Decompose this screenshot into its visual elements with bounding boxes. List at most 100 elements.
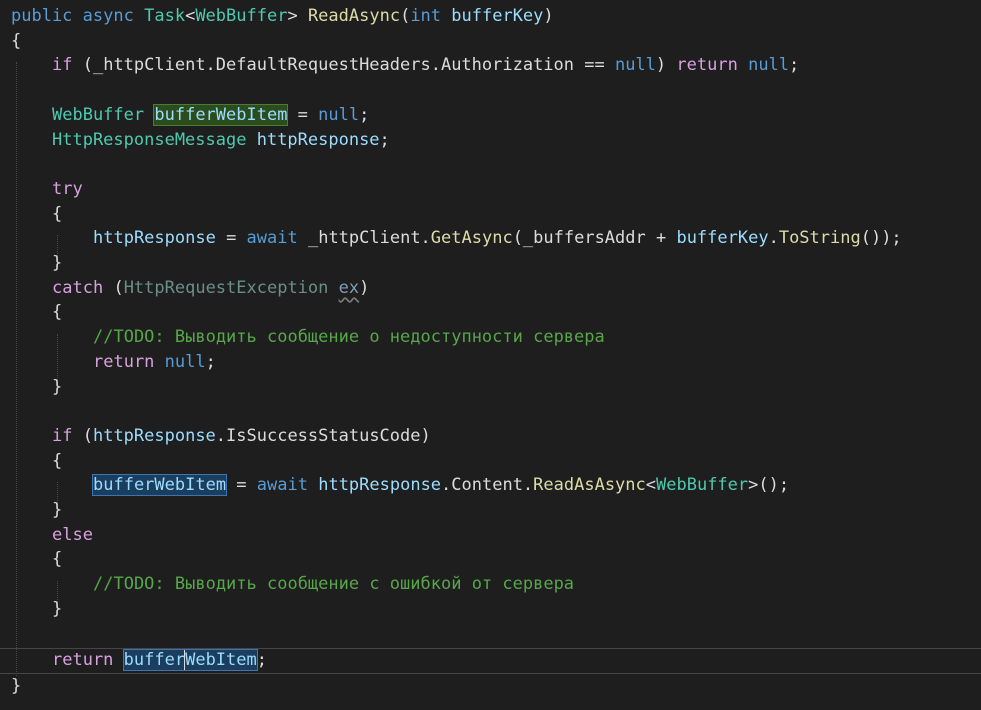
token: ( bbox=[72, 425, 93, 446]
token: (); bbox=[758, 475, 790, 496]
token: } bbox=[52, 376, 63, 397]
token: httpResponse bbox=[256, 129, 380, 150]
comment: //TODO: Выводить сообщение о недоступнос… bbox=[93, 327, 605, 348]
token: { bbox=[52, 549, 63, 570]
code-line-19[interactable]: { bbox=[11, 449, 62, 474]
token: .IsSuccessStatusCode) bbox=[215, 425, 431, 446]
code-line-24[interactable]: //TODO: Выводить сообщение с ошибкой от … bbox=[11, 572, 574, 597]
token: ) bbox=[655, 55, 667, 76]
code-line-2[interactable]: { bbox=[11, 29, 21, 54]
token: ( bbox=[400, 6, 411, 26]
token: ReadAsync bbox=[307, 6, 401, 26]
code-line-25[interactable]: } bbox=[11, 597, 62, 622]
token: { bbox=[52, 302, 63, 323]
token: return bbox=[676, 55, 738, 76]
token: HttpResponseMessage bbox=[52, 129, 247, 150]
token: await bbox=[256, 475, 308, 496]
token: ; bbox=[205, 351, 216, 372]
token: = bbox=[287, 104, 319, 125]
code-line-14[interactable]: //TODO: Выводить сообщение о недоступнос… bbox=[11, 325, 605, 350]
token: { bbox=[11, 30, 22, 51]
variable-definition-highlight[interactable]: bufferWebItem bbox=[153, 103, 289, 126]
token: { bbox=[52, 450, 63, 471]
token: async bbox=[82, 6, 134, 26]
token: null bbox=[614, 55, 656, 76]
code-line-23[interactable]: { bbox=[11, 547, 62, 572]
token: bufferKey bbox=[676, 228, 769, 249]
variable-reference-highlight[interactable]: bufferWebItem bbox=[91, 474, 228, 497]
code-line-21[interactable]: } bbox=[11, 498, 62, 523]
unused-variable-warning[interactable]: ex bbox=[339, 278, 359, 298]
variable-reference-highlight-caret[interactable]: bufferWebItem bbox=[122, 649, 258, 671]
code-line-13[interactable]: { bbox=[11, 300, 62, 325]
code-line-5[interactable]: WebBuffer bufferWebItem = null; bbox=[11, 103, 369, 128]
token: WebBuffer bbox=[656, 475, 749, 496]
token: null bbox=[318, 104, 360, 125]
token: ( bbox=[72, 55, 93, 76]
token: (_buffersAddr + bbox=[512, 228, 677, 249]
token: } bbox=[11, 676, 22, 696]
token: ; bbox=[379, 129, 390, 150]
token: ()); bbox=[860, 228, 902, 249]
token: httpResponse bbox=[93, 228, 216, 249]
token: if bbox=[52, 425, 73, 446]
token: ToString bbox=[778, 228, 861, 249]
token: ; bbox=[256, 650, 267, 670]
token: ; bbox=[359, 104, 370, 125]
token: } bbox=[52, 500, 63, 520]
code-line-28[interactable]: } bbox=[11, 674, 21, 699]
token: await bbox=[246, 228, 298, 249]
token: GetAsync bbox=[430, 228, 513, 249]
code-line-15[interactable]: return null; bbox=[11, 350, 216, 375]
token: catch bbox=[52, 277, 104, 298]
token: WebBuffer bbox=[195, 6, 288, 26]
token: null bbox=[164, 351, 206, 372]
token: { bbox=[52, 203, 63, 224]
token: httpResponse bbox=[92, 425, 216, 446]
token: _httpClient. bbox=[297, 228, 431, 249]
token: ( bbox=[113, 277, 124, 298]
token: return bbox=[52, 650, 114, 670]
token: > bbox=[287, 6, 298, 26]
code-line-16[interactable]: } bbox=[11, 375, 62, 400]
token: httpResponse bbox=[318, 475, 442, 496]
token: null bbox=[748, 55, 790, 76]
code-line-22[interactable]: else bbox=[11, 523, 93, 548]
token: int bbox=[410, 6, 442, 26]
code-line-3[interactable]: if (_httpClient.DefaultRequestHeaders.Au… bbox=[11, 53, 799, 78]
code-editor[interactable]: public async Task<WebBuffer> ReadAsync(i… bbox=[0, 0, 981, 710]
comment: //TODO: Выводить сообщение с ошибкой от … bbox=[93, 574, 575, 595]
token: = bbox=[226, 475, 257, 496]
code-line-1[interactable]: public async Task<WebBuffer> ReadAsync(i… bbox=[11, 4, 554, 29]
token: > bbox=[748, 475, 759, 496]
token: if bbox=[52, 55, 73, 76]
code-line-18[interactable]: if (httpResponse.IsSuccessStatusCode) bbox=[11, 424, 431, 449]
token: _httpClient.DefaultRequestHeaders.Author… bbox=[92, 55, 615, 76]
code-line-11[interactable]: } bbox=[11, 251, 62, 276]
token: try bbox=[52, 178, 83, 199]
token: } bbox=[52, 253, 63, 273]
token: buffer bbox=[123, 650, 186, 670]
code-line-10[interactable]: httpResponse = await _httpClient.GetAsyn… bbox=[11, 226, 902, 251]
token: Task bbox=[144, 6, 186, 26]
token: ReadAsAsync bbox=[533, 475, 646, 496]
code-line-9[interactable]: { bbox=[11, 202, 62, 227]
code-line-8[interactable]: try bbox=[11, 177, 83, 202]
token: = bbox=[215, 228, 247, 249]
code-line-20[interactable]: bufferWebItem = await httpResponse.Conte… bbox=[11, 473, 789, 498]
token: ; bbox=[789, 55, 800, 76]
code-line-6[interactable]: HttpResponseMessage httpResponse; bbox=[11, 128, 390, 153]
token: HttpRequestException bbox=[123, 277, 329, 298]
code-line-12[interactable]: catch (HttpRequestException ex) bbox=[11, 276, 369, 301]
token: .Content. bbox=[441, 475, 534, 496]
token: . bbox=[768, 228, 779, 249]
token: } bbox=[52, 598, 63, 619]
token: return bbox=[93, 351, 155, 372]
token: WebItem bbox=[185, 650, 257, 670]
code-line-27[interactable]: return bufferWebItem; bbox=[11, 648, 267, 673]
token: ) bbox=[359, 277, 370, 298]
token: ) bbox=[543, 6, 554, 26]
token: else bbox=[52, 524, 93, 545]
token: < bbox=[645, 475, 657, 496]
token: < bbox=[185, 6, 196, 26]
